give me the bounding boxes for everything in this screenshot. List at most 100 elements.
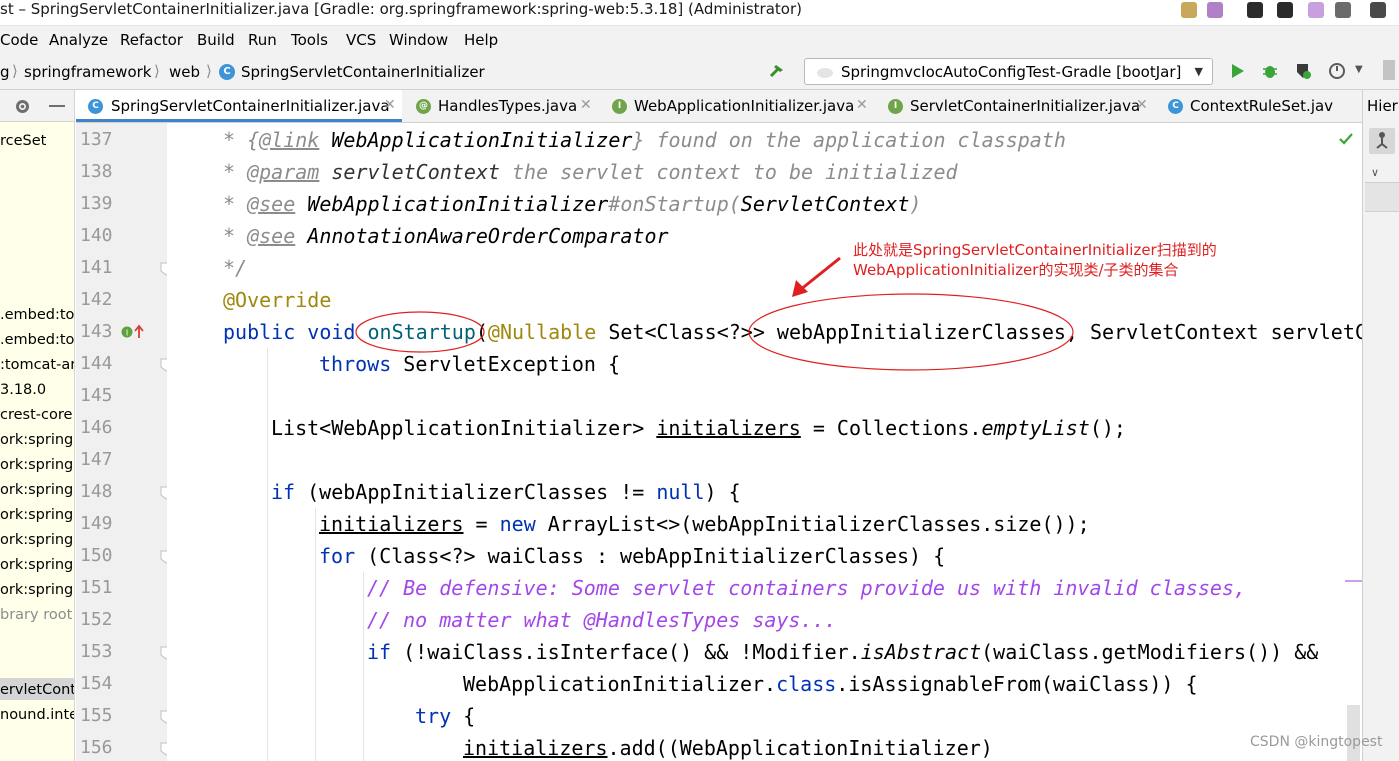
menu-vcs[interactable]: VCS <box>346 30 376 50</box>
menu-help[interactable]: Help <box>464 30 498 50</box>
run-icon[interactable] <box>1229 62 1247 80</box>
console-icon[interactable] <box>1277 2 1293 18</box>
code-line: * @param servletContext the servlet cont… <box>223 160 958 184</box>
tree-item[interactable]: ork:spring-e <box>0 531 74 549</box>
breadcrumb-web[interactable]: web <box>169 63 200 81</box>
breadcrumb-springframework[interactable]: springframework <box>24 63 151 81</box>
no-problems-check-icon[interactable] <box>1338 132 1354 146</box>
coverage-icon[interactable] <box>1294 62 1312 80</box>
menu-build[interactable]: Build <box>197 30 235 50</box>
class-icon: C <box>1168 99 1183 114</box>
line-number: 154 <box>80 673 113 694</box>
implements-method-icon[interactable]: I <box>120 324 146 340</box>
tree-item[interactable]: ork:spring-b <box>0 456 74 474</box>
tab-label: SpringServletContainerInitializer.java <box>111 97 390 115</box>
close-icon[interactable]: ✕ <box>580 97 592 113</box>
line-number: 137 <box>80 129 113 150</box>
project-tool-window: rceSet .embed:to .embed:to :tomcat-ar 3.… <box>0 90 75 761</box>
hierarchy-icon[interactable] <box>1369 128 1395 154</box>
annotation-line-1: 此处就是SpringServletContainerInitializer扫描到… <box>853 241 1217 259</box>
menu-bar: Code Analyze Refactor Build Run Tools VC… <box>0 26 1399 54</box>
indent-guide <box>315 508 316 761</box>
profiler-icon[interactable] <box>1328 62 1346 80</box>
menu-run[interactable]: Run <box>248 30 277 50</box>
tree-item[interactable]: .embed:to <box>0 306 74 324</box>
gear-icon[interactable] <box>14 98 31 115</box>
code-line-method-signature: public void onStartup(@Nullable Set<Clas… <box>223 320 1362 344</box>
menu-window[interactable]: Window <box>389 30 448 50</box>
line-number: 148 <box>80 481 113 502</box>
settings-icon[interactable] <box>1335 2 1351 18</box>
close-icon[interactable]: ✕ <box>1136 97 1148 113</box>
tree-item-selected[interactable]: ervletCont <box>0 681 74 699</box>
terminal-icon[interactable] <box>1247 2 1263 18</box>
tree-item[interactable]: ork:spring-c <box>0 481 74 499</box>
tree-item[interactable]: rceSet <box>0 132 46 150</box>
class-icon: C <box>219 64 235 80</box>
tree-item[interactable]: 3.18.0 <box>0 381 46 399</box>
edit-icon[interactable] <box>1308 2 1324 18</box>
tab-label: ServletContainerInitializer.java <box>910 97 1141 115</box>
interface-icon: I <box>888 99 903 114</box>
line-number: 149 <box>80 513 113 534</box>
code-line: * @see AnnotationAwareOrderComparator <box>223 224 669 248</box>
code-line: throws ServletException { <box>319 352 621 376</box>
svg-text:I: I <box>126 329 128 338</box>
tab-handlestypes[interactable]: @ HandlesTypes.java ✕ <box>408 90 598 122</box>
tree-item[interactable]: ork:spring-c <box>0 506 74 524</box>
close-icon[interactable]: ✕ <box>384 97 396 113</box>
line-number: 143 <box>80 321 113 342</box>
class-icon: C <box>88 99 103 114</box>
line-number: 146 <box>80 417 113 438</box>
line-number: 155 <box>80 705 113 726</box>
hierarchy-panel-label[interactable]: Hier <box>1367 97 1398 115</box>
project-panel-header <box>0 90 74 122</box>
breadcrumb-class[interactable]: SpringServletContainerInitializer <box>241 63 485 81</box>
tree-item[interactable]: ork:spring-j <box>0 556 74 574</box>
chevron-down-icon[interactable]: ▼ <box>1355 64 1363 75</box>
code-line-comment: // Be defensive: Some servlet containers… <box>367 576 1246 600</box>
tree-item[interactable]: nound.inte <box>0 706 74 724</box>
menu-analyze[interactable]: Analyze <box>49 30 108 50</box>
stop-icon[interactable] <box>1370 2 1386 18</box>
tree-item[interactable]: .embed:to <box>0 331 74 349</box>
tree-item[interactable]: crest-core: <box>0 406 74 424</box>
tool-icon[interactable] <box>1207 2 1223 18</box>
breadcrumb-separator-icon: ⟩ <box>154 62 160 80</box>
breadcrumb-root[interactable]: g <box>0 63 10 81</box>
scrollbar-thumb[interactable] <box>1347 705 1360 761</box>
stop-icon[interactable] <box>1383 60 1395 80</box>
chevron-down-icon[interactable]: ∨ <box>1371 166 1379 179</box>
run-configuration-select[interactable]: SpringmvcIocAutoConfigTest-Gradle [bootJ… <box>804 58 1213 85</box>
build-hammer-icon[interactable] <box>768 62 786 80</box>
code-editor[interactable]: * {@link WebApplicationInitializer} foun… <box>167 123 1362 761</box>
tab-servletcontainerinitializer[interactable]: I ServletContainerInitializer.java ✕ <box>880 90 1154 122</box>
code-line: initializers.add((WebApplicationInitiali… <box>463 736 993 760</box>
code-line: if (webAppInitializerClasses != null) { <box>271 480 741 504</box>
line-number: 144 <box>80 353 113 374</box>
indent-guide <box>363 572 364 761</box>
tab-springservletcontainerinitializer[interactable]: C SpringServletContainerInitializer.java… <box>76 90 402 122</box>
tab-webapplicationinitializer[interactable]: I WebApplicationInitializer.java ✕ <box>604 90 874 122</box>
line-number: 145 <box>80 385 113 406</box>
menu-code[interactable]: Code <box>0 30 38 50</box>
tree-item-library-root[interactable]: brary root <box>0 606 72 624</box>
tree-item[interactable]: ork:spring-a <box>0 431 74 449</box>
tree-item[interactable]: ork:spring-w <box>0 581 74 599</box>
line-number: 140 <box>80 225 113 246</box>
tree-item[interactable]: :tomcat-ar <box>0 356 74 374</box>
menu-tools[interactable]: Tools <box>291 30 328 50</box>
close-icon[interactable]: ✕ <box>856 97 868 113</box>
title-bar: st – SpringServletContainerInitializer.j… <box>0 0 1399 26</box>
annotation-callout: 此处就是SpringServletContainerInitializer扫描到… <box>853 240 1217 280</box>
minimize-icon[interactable] <box>49 105 65 107</box>
debug-icon[interactable] <box>1261 62 1279 80</box>
scroll-marker <box>1345 580 1362 582</box>
code-line: for (Class<?> waiClass : webAppInitializ… <box>319 544 946 568</box>
plugin-icon[interactable] <box>1181 2 1197 18</box>
code-line-comment: // no matter what @HandlesTypes says... <box>367 608 837 632</box>
line-number: 150 <box>80 545 113 566</box>
annotation-line-2: WebApplicationInitializer的实现类/子类的集合 <box>853 261 1179 279</box>
tab-contextruleset[interactable]: C ContextRuleSet.jav <box>1160 90 1362 122</box>
menu-refactor[interactable]: Refactor <box>120 30 183 50</box>
